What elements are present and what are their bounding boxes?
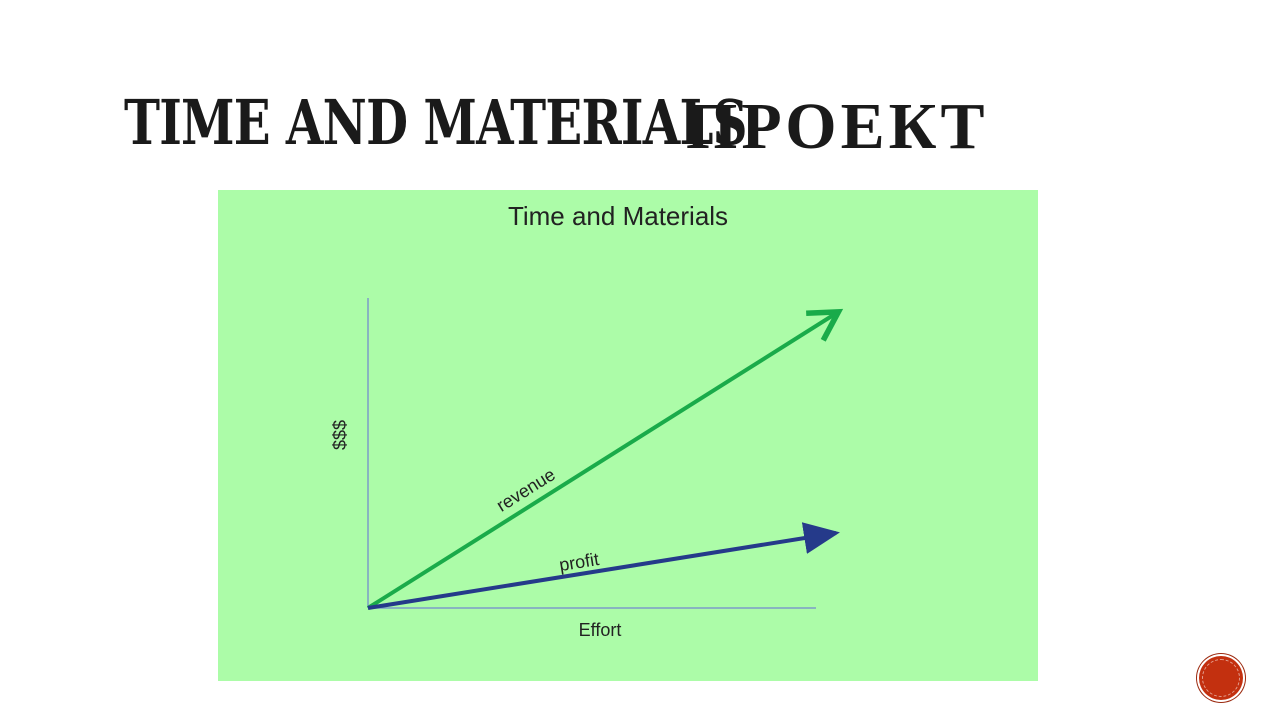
slide-title-bold: TIME AND MATERIALS [124, 86, 748, 159]
time-and-materials-diagram: Time and Materials $$$ Effort revenue pr… [218, 190, 1038, 681]
profit-arrow [367, 522, 840, 610]
x-axis-label: Effort [579, 620, 622, 640]
next-slide-button[interactable] [1197, 654, 1245, 702]
slide-title-light: ПРОЕКТ [686, 90, 989, 163]
revenue-arrow [366, 308, 844, 610]
y-axis-label: $$$ [330, 420, 350, 450]
diagram-title: Time and Materials [508, 201, 728, 231]
slide-title: TIME AND MATERIALS ПРОЕКТ [124, 86, 985, 160]
diagram-svg: Time and Materials $$$ Effort revenue pr… [330, 201, 844, 640]
